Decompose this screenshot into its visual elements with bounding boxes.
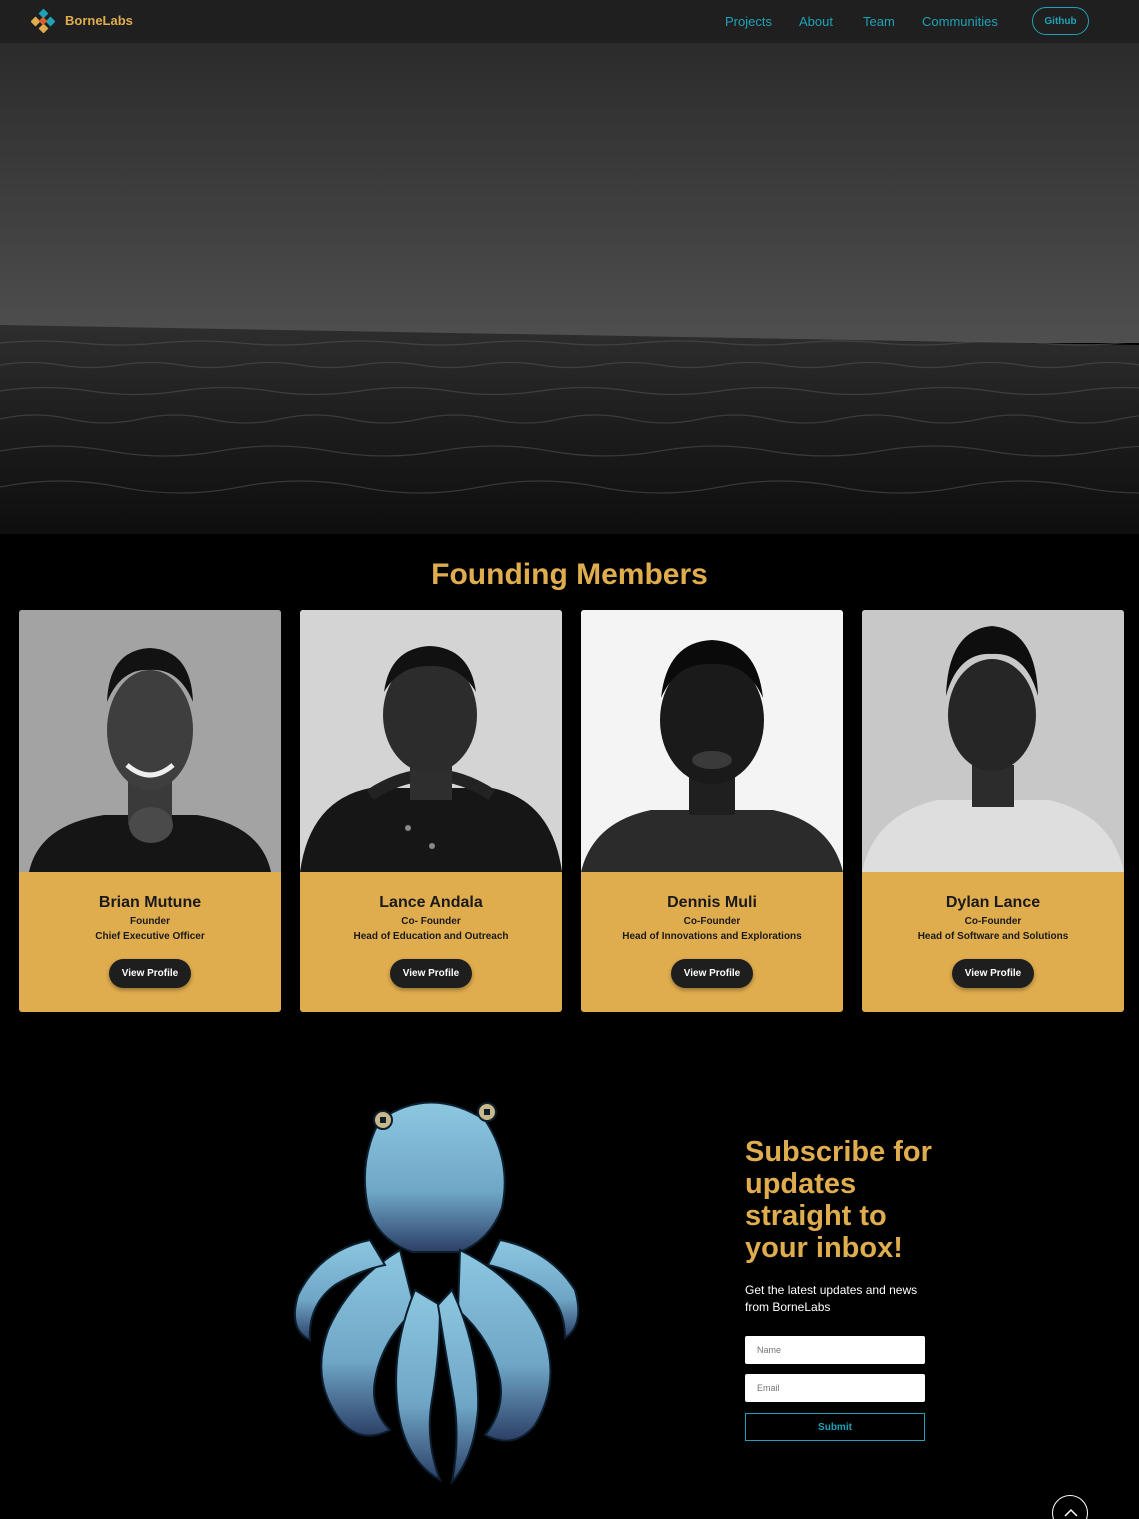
scroll-to-top-button[interactable] bbox=[1052, 1495, 1088, 1519]
github-button[interactable]: Github bbox=[1032, 7, 1089, 35]
member-name: Brian Mutune bbox=[98, 894, 202, 911]
view-profile-button[interactable]: View Profile bbox=[671, 959, 753, 988]
submit-button[interactable]: Submit bbox=[745, 1413, 925, 1441]
member-role: Co-Founder bbox=[683, 916, 741, 927]
email-input[interactable] bbox=[745, 1374, 925, 1402]
member-card: Lance Andala Co- Founder Head of Educati… bbox=[300, 610, 562, 1012]
member-info: Dylan Lance Co-Founder Head of Software … bbox=[862, 872, 1124, 1012]
member-role: Founder bbox=[130, 916, 170, 927]
member-title: Head of Education and Outreach bbox=[353, 931, 509, 942]
member-role: Co-Founder bbox=[964, 916, 1022, 927]
borne-labs-logo[interactable] bbox=[31, 9, 55, 33]
member-info: Dennis Muli Co-Founder Head of Innovatio… bbox=[581, 872, 843, 1012]
brand-name[interactable]: BorneLabs bbox=[65, 13, 133, 28]
subscribe-description: Get the latest updates and news from Bor… bbox=[745, 1283, 918, 1314]
member-card: Dylan Lance Co-Founder Head of Software … bbox=[862, 610, 1124, 1012]
view-profile-button[interactable]: View Profile bbox=[390, 959, 472, 988]
chevron-up-icon bbox=[1064, 1508, 1078, 1517]
member-card: Brian Mutune Founder Chief Executive Off… bbox=[19, 610, 281, 1012]
member-info: Brian Mutune Founder Chief Executive Off… bbox=[19, 872, 281, 1012]
top-nav: BorneLabs Projects About Team Communitie… bbox=[0, 0, 1139, 43]
member-photo bbox=[581, 610, 843, 872]
member-photo bbox=[862, 610, 1124, 872]
hero-ocean-image bbox=[0, 43, 1139, 534]
member-title: Head of Innovations and Explorations bbox=[622, 931, 802, 942]
name-input[interactable] bbox=[745, 1336, 925, 1364]
nav-link-communities[interactable]: Communities bbox=[922, 14, 998, 29]
view-profile-button[interactable]: View Profile bbox=[109, 959, 191, 988]
nav-link-about[interactable]: About bbox=[799, 14, 833, 29]
member-name: Lance Andala bbox=[379, 894, 483, 911]
octopus-illustration bbox=[294, 1101, 580, 1486]
founding-members-title: Founding Members bbox=[431, 558, 708, 591]
member-title: Chief Executive Officer bbox=[95, 931, 205, 942]
view-profile-button[interactable]: View Profile bbox=[952, 959, 1034, 988]
member-name: Dennis Muli bbox=[667, 894, 757, 911]
member-info: Lance Andala Co- Founder Head of Educati… bbox=[300, 872, 562, 1012]
nav-link-team[interactable]: Team bbox=[863, 14, 895, 29]
member-photo bbox=[300, 610, 562, 872]
nav-link-projects[interactable]: Projects bbox=[725, 14, 772, 29]
member-name: Dylan Lance bbox=[945, 894, 1041, 911]
member-role: Co- Founder bbox=[401, 916, 461, 927]
member-title: Head of Software and Solutions bbox=[917, 931, 1069, 942]
member-photo bbox=[19, 610, 281, 872]
subscribe-heading: Subscribe for updates straight to your i… bbox=[745, 1136, 932, 1264]
member-card: Dennis Muli Co-Founder Head of Innovatio… bbox=[581, 610, 843, 1012]
